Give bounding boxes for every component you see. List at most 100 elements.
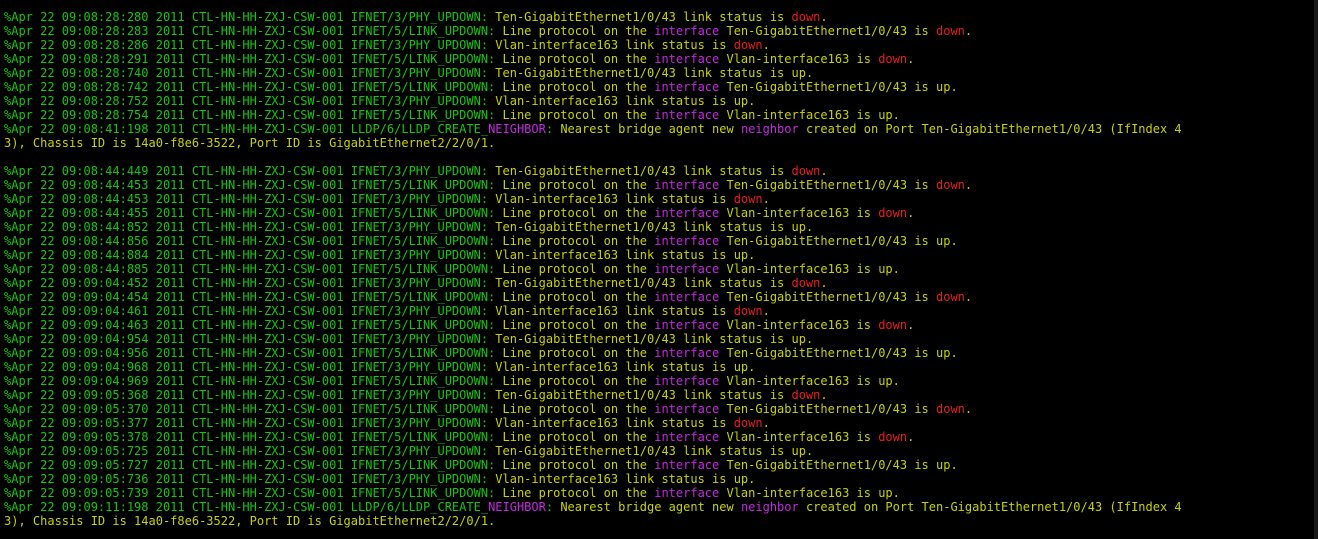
log-segment: . [762, 38, 770, 52]
log-segment: : [545, 500, 561, 514]
log-segment: Vlan-interface163 is up. [719, 486, 900, 500]
log-segment: Line protocol on the [502, 290, 655, 304]
log-segment: 3), Chassis ID is 14a0-f8e6-3522, Port I… [4, 514, 496, 528]
log-segment: Vlan-interface163 link status is [495, 304, 734, 318]
log-segment: down [733, 192, 763, 206]
log-line: %Apr 22 09:09:04:461 2011 CTL-HN-HH-ZXJ-… [4, 304, 1310, 318]
log-segment: created on Port Ten-GigabitEthernet1/0/4… [798, 122, 1182, 136]
log-segment: %Apr 22 09:08:44:453 2011 CTL-HN-HH-ZXJ-… [4, 192, 496, 206]
log-segment: . [762, 416, 770, 430]
log-segment: %Apr 22 09:09:05:725 2011 CTL-HN-HH-ZXJ-… [4, 444, 496, 458]
log-segment: . [820, 388, 828, 402]
scrollbar-edge[interactable] [1314, 0, 1318, 539]
log-segment: down [936, 290, 965, 304]
log-segment: Ten-GigabitEthernet1/0/43 is [719, 178, 936, 192]
log-segment: interface [654, 262, 720, 276]
log-segment: Line protocol on the [502, 178, 655, 192]
log-line: %Apr 22 09:09:05:725 2011 CTL-HN-HH-ZXJ-… [4, 444, 1310, 458]
log-segment: down [733, 304, 763, 318]
log-segment: interface [654, 318, 720, 332]
log-line: %Apr 22 09:08:28:286 2011 CTL-HN-HH-ZXJ-… [4, 38, 1310, 52]
log-segment: %Apr 22 09:08:44:884 2011 CTL-HN-HH-ZXJ-… [4, 248, 496, 262]
log-segment: Ten-GigabitEthernet1/0/43 link status is… [495, 332, 814, 346]
log-segment: down [878, 206, 908, 220]
log-line: %Apr 22 09:09:05:736 2011 CTL-HN-HH-ZXJ-… [4, 472, 1310, 486]
log-segment: Line protocol on the [502, 458, 655, 472]
log-segment: interface [654, 430, 720, 444]
log-segment: 3), Chassis ID is 14a0-f8e6-3522, Port I… [4, 136, 496, 150]
log-segment: %Apr 22 09:08:41:198 2011 CTL-HN-HH-ZXJ-… [4, 122, 489, 136]
log-line: %Apr 22 09:09:05:370 2011 CTL-HN-HH-ZXJ-… [4, 402, 1310, 416]
log-segment: Vlan-interface163 is up. [719, 108, 900, 122]
log-segment: . [964, 178, 973, 192]
log-segment: Line protocol on the [502, 108, 655, 122]
log-segment: Line protocol on the [502, 374, 655, 388]
log-line: %Apr 22 09:09:04:463 2011 CTL-HN-HH-ZXJ-… [4, 318, 1310, 332]
log-segment: created on Port Ten-GigabitEthernet1/0/4… [798, 500, 1182, 514]
log-line: %Apr 22 09:08:28:754 2011 CTL-HN-HH-ZXJ-… [4, 108, 1310, 122]
terminal-log-output[interactable]: %Apr 22 09:08:28:280 2011 CTL-HN-HH-ZXJ-… [4, 10, 1310, 528]
log-segment: %Apr 22 09:08:44:453 2011 CTL-HN-HH-ZXJ-… [4, 178, 503, 192]
log-line: 3), Chassis ID is 14a0-f8e6-3522, Port I… [4, 136, 1310, 150]
log-segment: Ten-GigabitEthernet1/0/43 is [719, 24, 936, 38]
log-line: %Apr 22 09:08:28:740 2011 CTL-HN-HH-ZXJ-… [4, 66, 1310, 80]
log-segment: down [791, 164, 821, 178]
log-segment: %Apr 22 09:09:05:377 2011 CTL-HN-HH-ZXJ-… [4, 416, 496, 430]
log-segment: down [936, 24, 965, 38]
log-segment: Line protocol on the [502, 24, 655, 38]
log-segment: Ten-GigabitEthernet1/0/43 link status is… [495, 444, 814, 458]
log-segment: %Apr 22 09:09:05:368 2011 CTL-HN-HH-ZXJ-… [4, 388, 496, 402]
log-segment: . [907, 318, 915, 332]
log-segment: Vlan-interface163 link status is up. [495, 94, 756, 108]
log-segment: interface [654, 206, 720, 220]
log-segment: Line protocol on the [502, 318, 655, 332]
log-line: %Apr 22 09:08:28:280 2011 CTL-HN-HH-ZXJ-… [4, 10, 1310, 24]
log-line: %Apr 22 09:09:04:968 2011 CTL-HN-HH-ZXJ-… [4, 360, 1310, 374]
log-segment: down [878, 318, 908, 332]
log-segment: down [878, 52, 908, 66]
log-segment: Line protocol on the [502, 430, 655, 444]
log-line: %Apr 22 09:08:44:453 2011 CTL-HN-HH-ZXJ-… [4, 178, 1310, 192]
log-segment: Vlan-interface163 is up. [719, 374, 900, 388]
log-segment: Ten-GigabitEthernet1/0/43 link status is… [495, 66, 814, 80]
log-segment: Vlan-interface163 link status is [495, 416, 734, 430]
log-line: %Apr 22 09:09:04:954 2011 CTL-HN-HH-ZXJ-… [4, 332, 1310, 346]
log-segment: Vlan-interface163 link status is [495, 192, 734, 206]
log-segment: %Apr 22 09:09:05:736 2011 CTL-HN-HH-ZXJ-… [4, 472, 496, 486]
log-segment: Vlan-interface163 is [719, 206, 879, 220]
log-segment: down [733, 38, 763, 52]
log-segment: interface [654, 374, 720, 388]
log-line: %Apr 22 09:09:11:198 2011 CTL-HN-HH-ZXJ-… [4, 500, 1310, 514]
log-segment: Ten-GigabitEthernet1/0/43 is up. [719, 458, 958, 472]
log-segment: %Apr 22 09:09:04:956 2011 CTL-HN-HH-ZXJ-… [4, 346, 503, 360]
log-segment: %Apr 22 09:09:04:968 2011 CTL-HN-HH-ZXJ-… [4, 360, 496, 374]
log-line: %Apr 22 09:09:05:377 2011 CTL-HN-HH-ZXJ-… [4, 416, 1310, 430]
log-segment: down [733, 416, 763, 430]
log-segment: interface [654, 80, 720, 94]
log-segment: : [545, 122, 561, 136]
log-line: %Apr 22 09:09:04:454 2011 CTL-HN-HH-ZXJ-… [4, 290, 1310, 304]
log-segment: %Apr 22 09:08:44:856 2011 CTL-HN-HH-ZXJ-… [4, 234, 503, 248]
log-segment: . [820, 276, 828, 290]
log-segment: interface [654, 402, 720, 416]
log-segment: Vlan-interface163 link status is up. [495, 248, 756, 262]
log-line: %Apr 22 09:09:05:368 2011 CTL-HN-HH-ZXJ-… [4, 388, 1310, 402]
log-segment: . [964, 402, 973, 416]
log-segment: %Apr 22 09:09:04:452 2011 CTL-HN-HH-ZXJ-… [4, 276, 496, 290]
log-segment: Ten-GigabitEthernet1/0/43 link status is [495, 388, 792, 402]
log-line: 3), Chassis ID is 14a0-f8e6-3522, Port I… [4, 514, 1310, 528]
log-segment: down [936, 178, 965, 192]
log-segment: interface [654, 290, 720, 304]
log-segment: Nearest bridge agent new [560, 500, 741, 514]
log-segment: Ten-GigabitEthernet1/0/43 is up. [719, 80, 958, 94]
log-segment: interface [654, 108, 720, 122]
terminal-window[interactable]: %Apr 22 09:08:28:280 2011 CTL-HN-HH-ZXJ-… [0, 0, 1318, 539]
log-line: %Apr 22 09:08:44:884 2011 CTL-HN-HH-ZXJ-… [4, 248, 1310, 262]
log-segment: interface [654, 486, 720, 500]
log-segment: Ten-GigabitEthernet1/0/43 is up. [719, 234, 958, 248]
log-segment: . [820, 10, 828, 24]
log-segment: Line protocol on the [502, 346, 655, 360]
log-segment: interface [654, 458, 720, 472]
log-segment: Vlan-interface163 is [719, 52, 879, 66]
